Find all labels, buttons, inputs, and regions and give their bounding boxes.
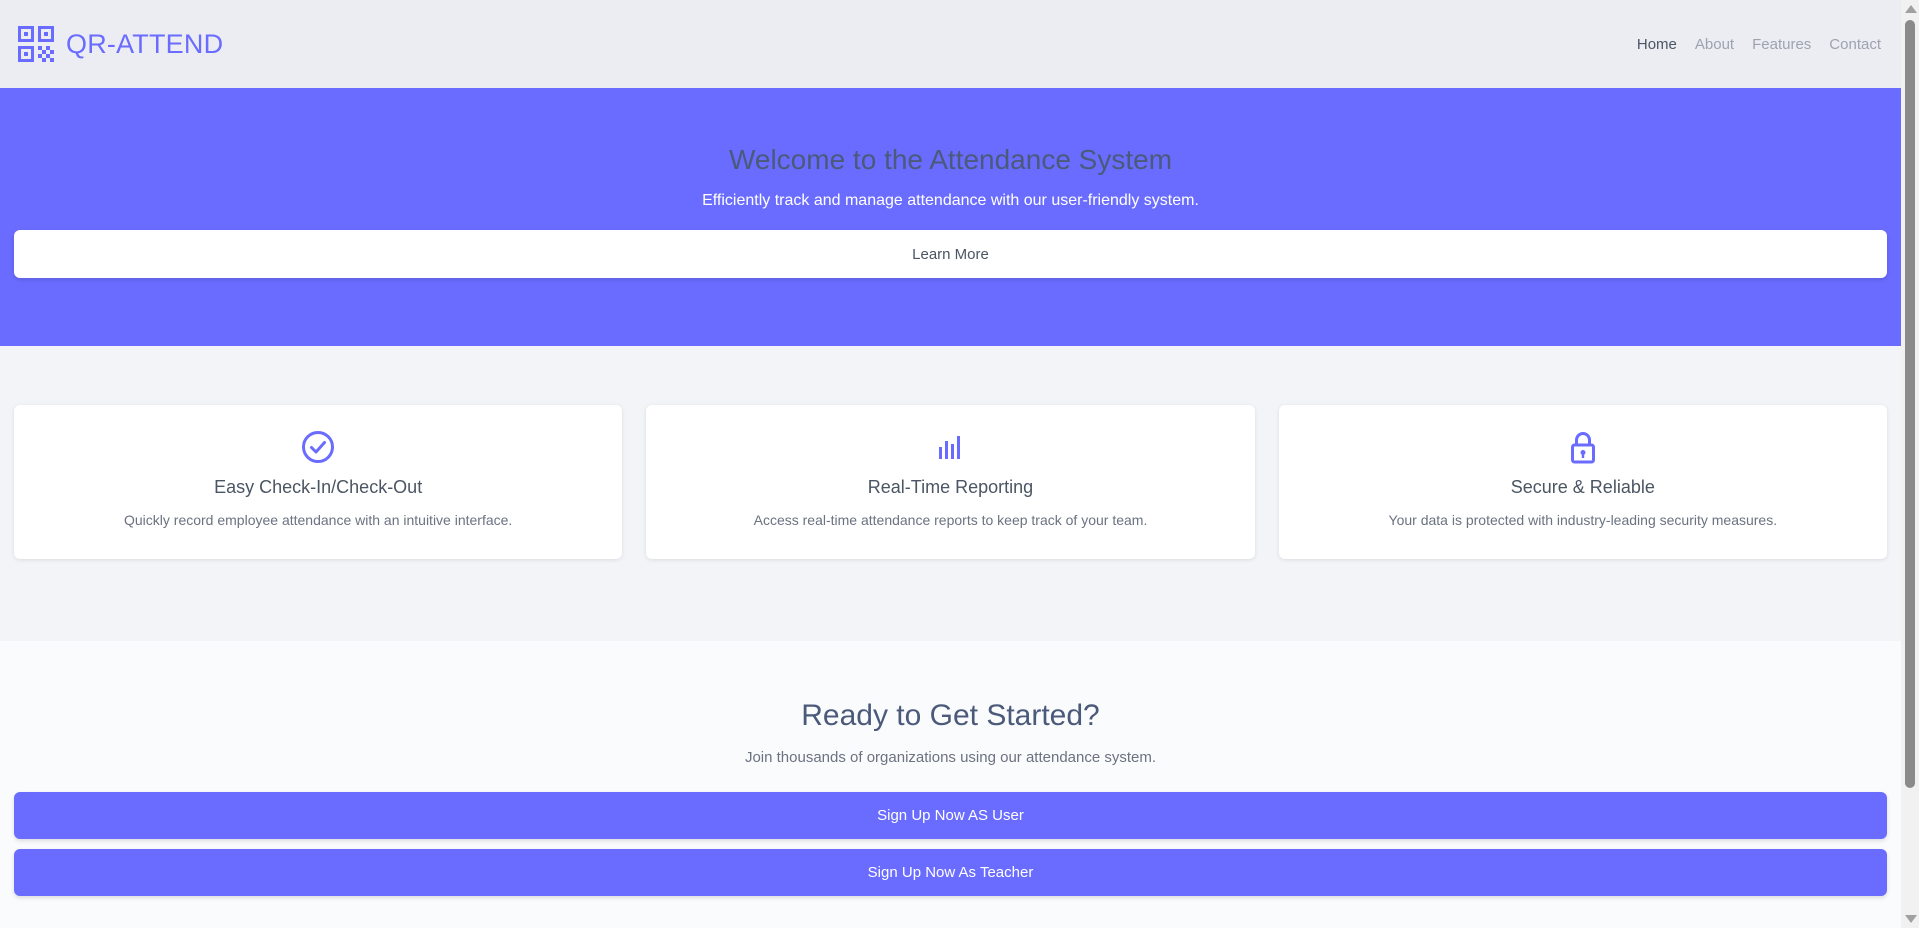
cta-title: Ready to Get Started? [801, 699, 1100, 732]
nav-link-about[interactable]: About [1695, 36, 1734, 53]
main-nav: Home About Features Contact [1637, 36, 1881, 53]
page: QR-ATTEND Home About Features Contact We… [0, 0, 1919, 928]
vertical-scrollbar[interactable] [1901, 0, 1919, 928]
page-content: QR-ATTEND Home About Features Contact We… [0, 0, 1901, 928]
check-circle-icon [302, 431, 335, 463]
feature-card-check-in: Easy Check-In/Check-Out Quickly record e… [14, 405, 623, 559]
nav-link-features[interactable]: Features [1752, 36, 1811, 53]
hero-title: Welcome to the Attendance System [728, 144, 1173, 175]
features-section: Easy Check-In/Check-Out Quickly record e… [0, 346, 1901, 641]
scrollbar-thumb[interactable] [1905, 20, 1915, 788]
feature-card-security: Secure & Reliable Your data is protected… [1278, 405, 1887, 559]
feature-title: Easy Check-In/Check-Out [214, 477, 423, 497]
bar-chart-icon [939, 436, 961, 459]
feature-description: Quickly record employee attendance with … [124, 512, 513, 528]
feature-title: Real-Time Reporting [867, 477, 1034, 497]
qr-code-icon [18, 26, 54, 62]
learn-more-button[interactable]: Learn More [14, 230, 1887, 278]
nav-link-contact[interactable]: Contact [1829, 36, 1881, 53]
sign-up-user-button[interactable]: Sign Up Now AS User [14, 792, 1887, 839]
hero-subtitle: Efficiently track and manage attendance … [702, 192, 1199, 209]
lock-icon [1570, 432, 1595, 464]
brand[interactable]: QR-ATTEND [18, 26, 223, 62]
sign-up-teacher-button[interactable]: Sign Up Now As Teacher [14, 849, 1887, 896]
site-header: QR-ATTEND Home About Features Contact [0, 0, 1901, 88]
feature-card-reporting: Real-Time Reporting Access real-time att… [646, 405, 1255, 559]
hero-section: Welcome to the Attendance System Efficie… [0, 88, 1901, 346]
feature-description: Your data is protected with industry-lea… [1388, 512, 1778, 528]
cta-section: Ready to Get Started? Join thousands of … [0, 641, 1901, 928]
scroll-down-arrow-icon[interactable] [1905, 915, 1917, 923]
scroll-up-arrow-icon[interactable] [1905, 5, 1917, 13]
nav-link-home[interactable]: Home [1637, 36, 1677, 53]
feature-description: Access real-time attendance reports to k… [753, 512, 1148, 528]
brand-name: QR-ATTEND [66, 28, 224, 59]
feature-title: Secure & Reliable [1510, 477, 1655, 497]
cta-subtitle: Join thousands of organizations using ou… [744, 749, 1157, 766]
